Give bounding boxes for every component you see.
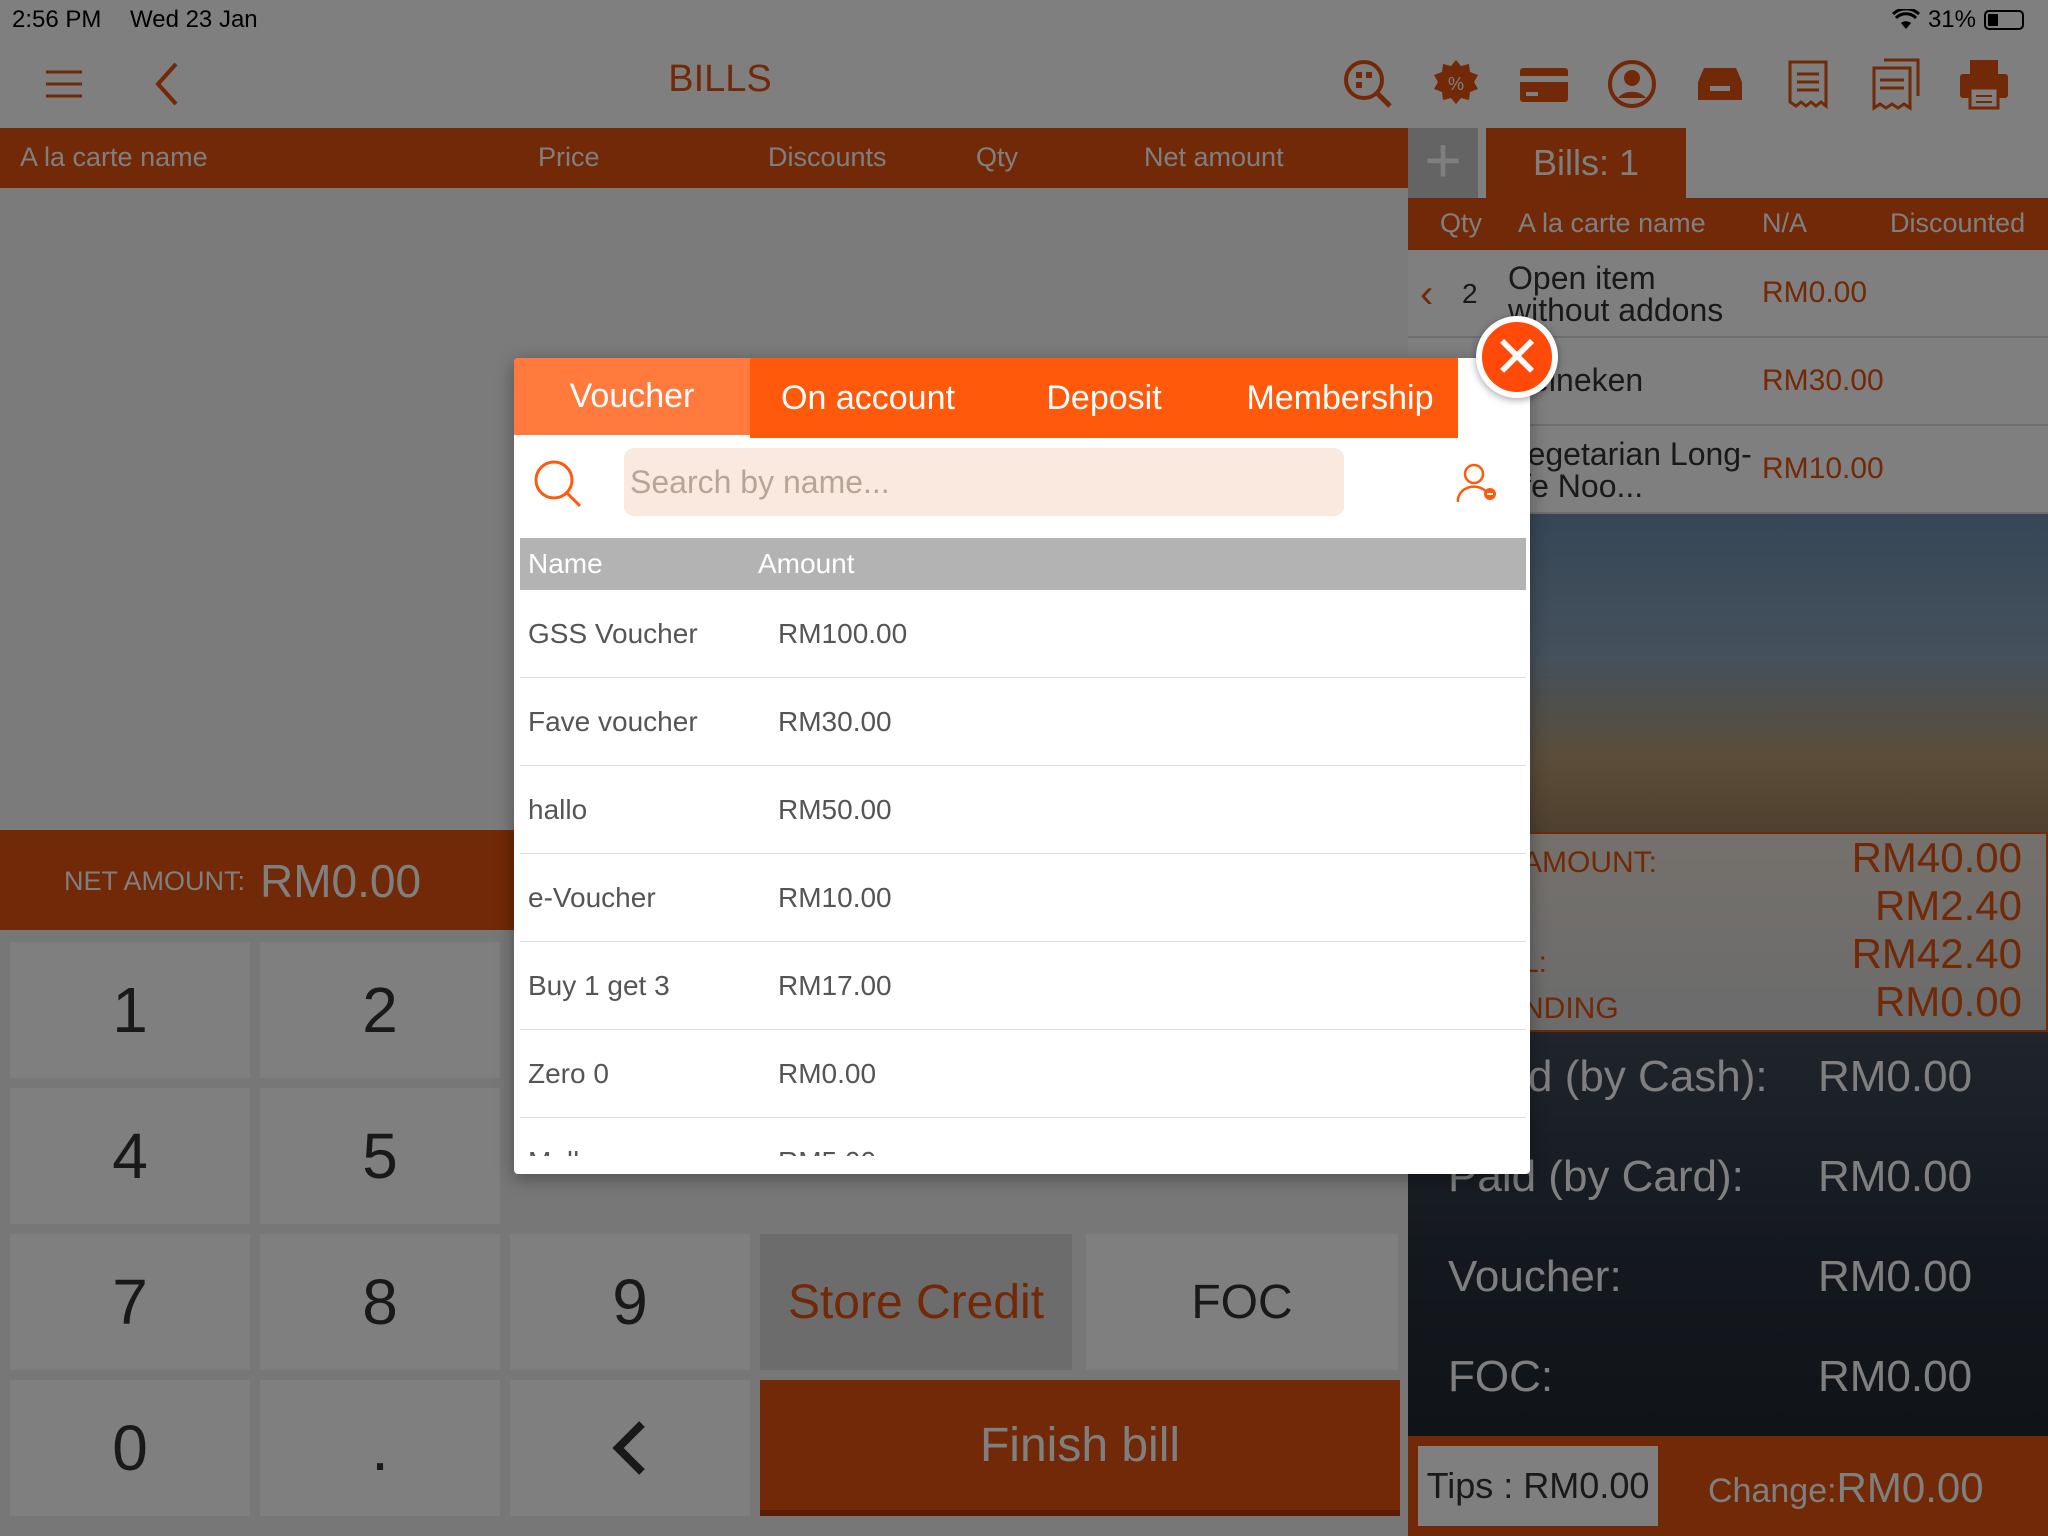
tab-on-account[interactable]: On account <box>750 358 986 438</box>
voucher-list[interactable]: GSS Voucher RM100.00 Fave voucher RM30.00 … <box>520 590 1526 1156</box>
list-item[interactable]: Buy 1 get 3 RM17.00 <box>520 942 1526 1030</box>
voucher-amount: RM50.00 <box>778 794 892 825</box>
voucher-name: GSS Voucher <box>528 618 698 649</box>
voucher-amount: RM100.00 <box>778 618 908 649</box>
voucher-amount: RM30.00 <box>778 706 892 737</box>
close-icon[interactable]: ✕ <box>1476 316 1558 398</box>
search-icon[interactable] <box>530 456 586 512</box>
voucher-amount: RM5.00 <box>778 1146 876 1156</box>
list-item[interactable]: e-Voucher RM10.00 <box>520 854 1526 942</box>
voucher-amount: RM17.00 <box>778 970 892 1001</box>
col-voucher-name: Name <box>528 548 603 579</box>
modal-tabs: Voucher On account Deposit Membership <box>514 358 1458 438</box>
search-input[interactable] <box>624 448 1344 516</box>
list-item[interactable]: GSS Voucher RM100.00 <box>520 590 1526 678</box>
voucher-name: Buy 1 get 3 <box>528 970 670 1001</box>
voucher-name: Fave voucher <box>528 706 698 737</box>
list-item[interactable]: Mall promo RM5.00 <box>520 1118 1526 1156</box>
payment-modal: Voucher On account Deposit Membership Na… <box>514 358 1530 1174</box>
add-member-icon[interactable] <box>1454 460 1500 506</box>
voucher-amount: RM0.00 <box>778 1058 877 1089</box>
tab-deposit[interactable]: Deposit <box>986 358 1222 438</box>
col-voucher-amount: Amount <box>758 548 855 579</box>
voucher-name: Zero 0 <box>528 1058 609 1089</box>
list-item[interactable]: Zero 0 RM0.00 <box>520 1030 1526 1118</box>
voucher-name: hallo <box>528 794 588 825</box>
tab-voucher[interactable]: Voucher <box>514 358 750 438</box>
voucher-list-header: Name Amount <box>520 538 1526 590</box>
list-item[interactable]: Fave voucher RM30.00 <box>520 678 1526 766</box>
voucher-name: Mall promo <box>528 1146 666 1156</box>
voucher-amount: RM10.00 <box>778 882 892 913</box>
voucher-name: e-Voucher <box>528 882 656 913</box>
tab-membership[interactable]: Membership <box>1222 358 1458 438</box>
list-item[interactable]: hallo RM50.00 <box>520 766 1526 854</box>
